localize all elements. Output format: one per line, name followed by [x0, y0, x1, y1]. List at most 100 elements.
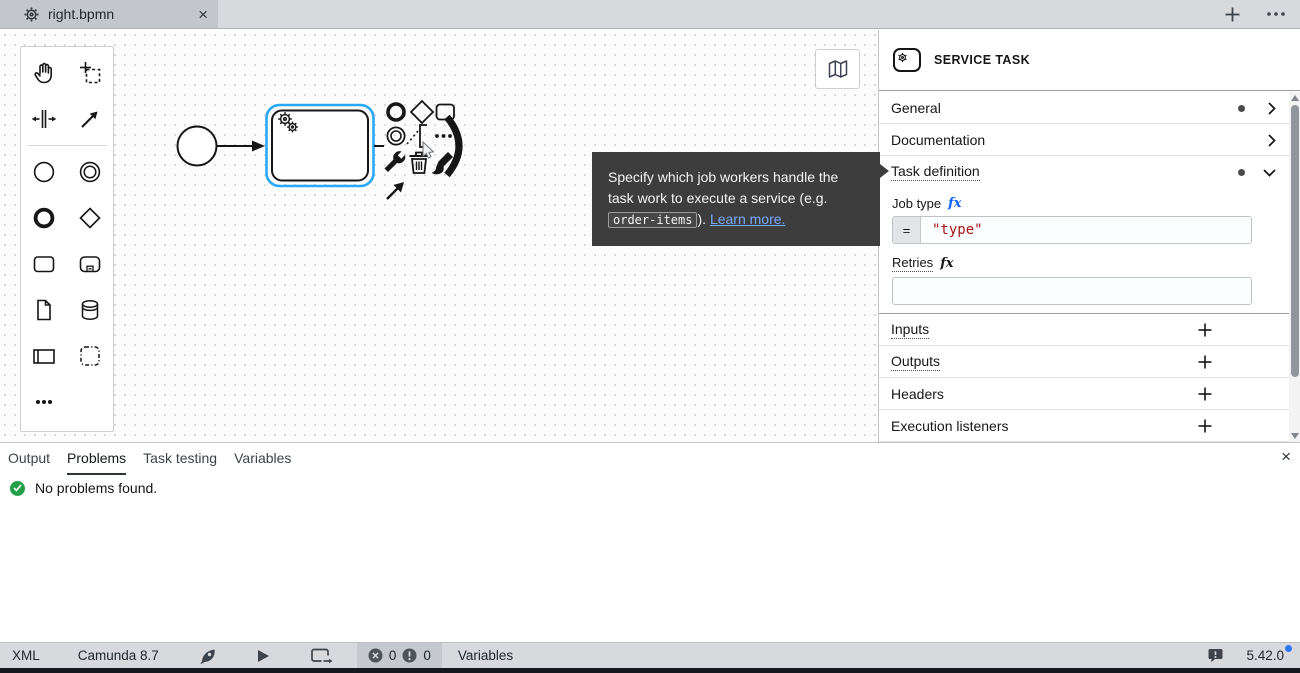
tab-close-icon[interactable]: × [198, 6, 208, 23]
bottom-panel-close-icon[interactable]: × [1281, 448, 1291, 465]
create-data-store[interactable] [67, 287, 113, 333]
problems-counter[interactable]: 0 0 [357, 643, 442, 668]
space-tool[interactable] [21, 96, 67, 142]
tab-title: right.bpmn [48, 6, 114, 22]
add-input-plus-icon[interactable] [1198, 323, 1212, 337]
create-subprocess[interactable] [67, 241, 113, 287]
open-play-mode-icon[interactable] [298, 643, 345, 668]
overflow-dots-icon[interactable] [1266, 11, 1286, 17]
deploy-rocket-icon[interactable] [187, 643, 229, 668]
scroll-up-arrow[interactable] [1291, 95, 1299, 101]
success-check-icon [10, 481, 25, 496]
append-end-event-button[interactable] [388, 104, 404, 120]
chevron-right-icon [1268, 134, 1276, 147]
mouse-cursor [423, 142, 434, 158]
service-task-shape[interactable] [267, 105, 385, 186]
properties-scrollbar[interactable] [1289, 92, 1300, 442]
append-intermediate-event-button[interactable] [387, 127, 404, 144]
start-instance-play-icon[interactable] [245, 643, 282, 668]
error-count: 0 [389, 648, 397, 663]
chevron-down-icon [1263, 169, 1276, 177]
tabbar-actions [1225, 0, 1286, 28]
more-elements-button[interactable] [21, 379, 67, 425]
section-label: Inputs [891, 321, 929, 339]
element-type-label: SERVICE TASK [934, 53, 1030, 67]
service-task-type-icon [893, 48, 921, 72]
feel-fx-icon[interactable]: fx [948, 196, 961, 211]
create-group[interactable] [67, 333, 113, 379]
tab-right-bpmn[interactable]: right.bpmn × [0, 0, 218, 28]
start-event-shape[interactable] [178, 127, 217, 166]
section-label: Outputs [891, 353, 940, 371]
tab-variables[interactable]: Variables [234, 446, 291, 475]
version-indicator[interactable]: 5.42.0 [1236, 643, 1300, 668]
properties-panel-header: SERVICE TASK [879, 30, 1300, 91]
section-data-dot [1238, 169, 1245, 176]
section-execution-listeners[interactable]: Execution listeners [879, 410, 1300, 442]
minimap-toggle-button[interactable] [815, 49, 860, 89]
create-start-event[interactable] [21, 149, 67, 195]
retries-input[interactable] [892, 277, 1252, 305]
task-definition-tooltip: Specify which job workers handle the tas… [592, 152, 880, 246]
section-general[interactable]: General [879, 92, 1300, 124]
palette [20, 46, 114, 432]
more-actions-button[interactable] [435, 134, 452, 138]
problems-message: No problems found. [10, 480, 157, 496]
chevron-right-icon [1268, 102, 1276, 115]
create-gateway[interactable] [67, 195, 113, 241]
xml-toggle[interactable]: XML [0, 643, 52, 668]
window-bottom-edge [0, 668, 1300, 673]
problems-message-text: No problems found. [35, 480, 157, 496]
tooltip-text: Specify which job workers handle the tas… [608, 169, 838, 206]
global-connect-tool[interactable] [67, 96, 113, 142]
hand-tool[interactable] [21, 50, 67, 96]
scroll-down-arrow[interactable] [1291, 433, 1299, 439]
job-type-input[interactable]: = "type" [892, 216, 1252, 244]
tooltip-caret [880, 164, 889, 178]
append-arc-icon [447, 117, 459, 175]
new-tab-plus-icon[interactable] [1225, 7, 1240, 22]
lasso-tool[interactable] [67, 50, 113, 96]
bottom-panel: Output Problems Task testing Variables ×… [0, 442, 1300, 642]
tab-task-testing[interactable]: Task testing [143, 446, 217, 475]
section-label: General [891, 100, 941, 116]
context-pad [385, 101, 460, 199]
feel-fx-icon[interactable]: fx [940, 256, 953, 271]
job-type-value[interactable]: "type" [921, 217, 983, 243]
section-headers[interactable]: Headers [879, 378, 1300, 410]
feedback-bubble-icon[interactable] [1195, 643, 1236, 668]
delete-trash-button[interactable] [410, 153, 429, 174]
section-label: Execution listeners [891, 418, 1009, 434]
add-header-plus-icon[interactable] [1198, 387, 1212, 401]
warning-count: 0 [423, 648, 431, 663]
section-outputs[interactable]: Outputs [879, 346, 1300, 378]
section-task-definition[interactable]: Task definition [879, 156, 1300, 188]
engine-version-selector[interactable]: Camunda 8.7 [66, 643, 171, 668]
tooltip-code-chip: order-items [608, 212, 697, 228]
add-execution-listener-plus-icon[interactable] [1198, 419, 1212, 433]
create-intermediate-event[interactable] [67, 149, 113, 195]
scrollbar-thumb[interactable] [1291, 105, 1299, 377]
create-task[interactable] [21, 241, 67, 287]
tab-bar: right.bpmn × [0, 0, 1300, 29]
add-output-plus-icon[interactable] [1198, 355, 1212, 369]
section-inputs[interactable]: Inputs [879, 314, 1300, 346]
feel-equals-prefix: = [893, 217, 921, 243]
create-end-event[interactable] [21, 195, 67, 241]
warning-count-icon [402, 648, 417, 663]
variables-toggle[interactable]: Variables [446, 643, 525, 668]
learn-more-link[interactable]: Learn more. [710, 211, 785, 227]
tab-output[interactable]: Output [8, 446, 50, 475]
tooltip-text-after: ). [697, 211, 709, 227]
connect-arrow-button[interactable] [387, 182, 404, 199]
tab-problems[interactable]: Problems [67, 446, 126, 475]
create-data-object[interactable] [21, 287, 67, 333]
sequence-flow[interactable] [217, 141, 265, 152]
palette-separator [27, 145, 107, 146]
job-type-label: Job type fx [892, 196, 1252, 211]
section-documentation[interactable]: Documentation [879, 124, 1300, 156]
change-type-wrench-button[interactable] [385, 151, 406, 172]
section-label: Task definition [891, 163, 980, 181]
append-gateway-button[interactable] [411, 101, 433, 123]
create-participant[interactable] [21, 333, 67, 379]
